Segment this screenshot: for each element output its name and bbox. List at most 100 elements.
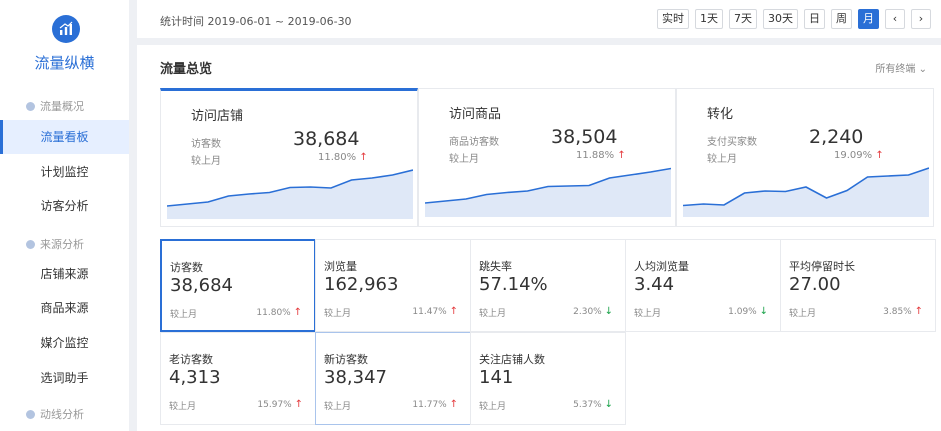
metric-compare-label: 较上月 — [634, 309, 662, 319]
sidebar-item-keyword-helper[interactable]: 选词助手 — [0, 361, 129, 395]
sidebar-gutter — [129, 0, 137, 431]
metric-compare-label: 较上月 — [479, 309, 507, 319]
topbar: 统计时间 2019-06-01 ~ 2019-06-30 实时 1天 7天 30… — [137, 0, 941, 38]
overview-card-title: 访问店铺 — [191, 109, 244, 124]
metric-avg-duration[interactable]: 平均停留时长 27.00 较上月 3.85% ↑ — [780, 239, 936, 332]
change-value: 2.30% — [573, 307, 602, 317]
metric-title: 关注店铺人数 — [479, 353, 545, 366]
arrow-down-icon: ↓ — [604, 399, 613, 410]
metric-pageviews[interactable]: 浏览量 162,963 较上月 11.47% ↑ — [315, 239, 471, 332]
metric-compare-label: 较上月 — [324, 309, 352, 319]
prev-period-button[interactable]: ‹ — [885, 9, 905, 29]
metric-value: 57.14% — [479, 274, 548, 295]
overview-card-value: 2,240 — [809, 126, 864, 148]
metric-shop-followers[interactable]: 关注店铺人数 141 较上月 5.37% ↓ — [470, 332, 626, 425]
change-value: 11.47% — [412, 307, 447, 317]
period-month-button[interactable]: 月 — [858, 9, 879, 29]
sidebar-item-plan-monitor[interactable]: 计划监控 — [0, 155, 129, 189]
change-value: 5.37% — [573, 400, 602, 410]
period-buttons: 实时 1天 7天 30天 日 周 月 ‹ › — [657, 9, 931, 29]
sparkline — [683, 167, 929, 217]
sparkline — [425, 167, 671, 217]
overview-card-label: 商品访客数 — [449, 137, 499, 148]
metric-value: 38,684 — [170, 275, 233, 296]
arrow-down-icon: ↓ — [759, 306, 768, 317]
period-realtime-button[interactable]: 实时 — [657, 9, 689, 29]
overview-card-value: 38,504 — [551, 126, 618, 148]
change-value: 11.77% — [412, 400, 447, 410]
terminal-select[interactable]: 所有终端 ⌄ — [875, 60, 927, 75]
metric-change: 15.97% ↑ — [257, 399, 303, 410]
metric-change: 11.80% ↑ — [256, 307, 302, 318]
nav-group-label: 动线分析 — [40, 408, 84, 421]
metric-avg-pageviews[interactable]: 人均浏览量 3.44 较上月 1.09% ↓ — [625, 239, 781, 332]
metric-title: 跳失率 — [479, 260, 512, 273]
metric-title: 老访客数 — [169, 353, 213, 366]
metric-change: 11.77% ↑ — [412, 399, 458, 410]
metric-compare-label: 较上月 — [789, 309, 817, 319]
metric-change: 2.30% ↓ — [573, 306, 613, 317]
panel-title: 流量总览 — [160, 62, 213, 77]
metric-value: 3.44 — [634, 274, 675, 295]
arrow-up-icon: ↑ — [294, 399, 303, 410]
overview-card-label: 支付买家数 — [707, 137, 757, 148]
metric-visitors[interactable]: 访客数 38,684 较上月 11.80% ↑ — [160, 239, 316, 332]
sidebar-item-product-source[interactable]: 商品来源 — [0, 291, 129, 325]
metric-returning-visitors[interactable]: 老访客数 4,313 较上月 15.97% ↑ — [160, 332, 316, 425]
period-week-button[interactable]: 周 — [831, 9, 852, 29]
overview-card-title: 访问商品 — [449, 107, 502, 122]
metric-new-visitors[interactable]: 新访客数 38,347 较上月 11.77% ↑ — [315, 332, 471, 425]
metric-value: 162,963 — [324, 274, 399, 295]
metric-value: 27.00 — [789, 274, 841, 295]
metric-title: 访客数 — [170, 261, 203, 274]
metric-value: 4,313 — [169, 367, 221, 388]
sparkline-area — [425, 168, 671, 217]
change-value: 15.97% — [257, 400, 292, 410]
overview-card-value: 38,684 — [293, 128, 360, 150]
nav-group-label: 流量概况 — [40, 100, 84, 113]
metric-change: 5.37% ↓ — [573, 399, 613, 410]
nav-group-path[interactable]: 动线分析 — [26, 406, 84, 422]
sidebar-item-media-monitor[interactable]: 媒介监控 — [0, 326, 129, 360]
overview-card-title: 转化 — [707, 107, 734, 122]
metric-compare-label: 较上月 — [479, 402, 507, 412]
arrow-up-icon: ↑ — [914, 306, 923, 317]
metric-value: 38,347 — [324, 367, 387, 388]
change-value: 3.85% — [883, 307, 912, 317]
metric-change: 3.85% ↑ — [883, 306, 923, 317]
change-value: 1.09% — [728, 307, 757, 317]
period-7day-button[interactable]: 7天 — [729, 9, 757, 29]
metric-compare-label: 较上月 — [324, 402, 352, 412]
sidebar-item-traffic-board[interactable]: 流量看板 — [0, 120, 129, 154]
period-day-button[interactable]: 日 — [804, 9, 825, 29]
sidebar-item-shop-source[interactable]: 店铺来源 — [0, 257, 129, 291]
metric-change: 11.47% ↑ — [412, 306, 458, 317]
metric-title: 新访客数 — [324, 353, 368, 366]
period-30day-button[interactable]: 30天 — [763, 9, 798, 29]
next-period-button[interactable]: › — [911, 9, 931, 29]
overview-card-shop[interactable]: 访问店铺 访客数 38,684 较上月 11.80% ↑ — [160, 88, 418, 227]
arrow-up-icon: ↑ — [449, 306, 458, 317]
sparkline — [167, 169, 413, 219]
brand-title: 流量纵横 — [34, 54, 95, 72]
overview-card-product[interactable]: 访问商品 商品访客数 38,504 较上月 11.88% ↑ — [418, 88, 676, 227]
nav-group-icon — [26, 101, 35, 111]
nav-group-overview[interactable]: 流量概况 — [26, 98, 84, 114]
metric-bounce-rate[interactable]: 跳失率 57.14% 较上月 2.30% ↓ — [470, 239, 626, 332]
metric-title: 浏览量 — [324, 260, 357, 273]
terminal-select-label: 所有终端 — [875, 64, 916, 75]
overview-card-conversion[interactable]: 转化 支付买家数 2,240 较上月 19.09% ↑ — [676, 88, 934, 227]
nav-group-icon — [26, 239, 35, 249]
nav-group-icon — [26, 409, 35, 419]
period-1day-button[interactable]: 1天 — [695, 9, 723, 29]
metric-change: 1.09% ↓ — [728, 306, 768, 317]
metric-value: 141 — [479, 367, 514, 388]
sidebar: 流量纵横 流量概况 流量看板 计划监控 访客分析 来源分析 店铺来源 商品来源 … — [0, 0, 129, 431]
chevron-down-icon: ⌄ — [918, 64, 927, 75]
arrow-up-icon: ↑ — [449, 399, 458, 410]
nav-group-source[interactable]: 来源分析 — [26, 236, 84, 252]
app-logo-icon — [52, 15, 80, 43]
sidebar-item-visitor-analysis[interactable]: 访客分析 — [0, 189, 129, 223]
nav-group-label: 来源分析 — [40, 238, 84, 251]
metric-title: 平均停留时长 — [789, 260, 855, 273]
